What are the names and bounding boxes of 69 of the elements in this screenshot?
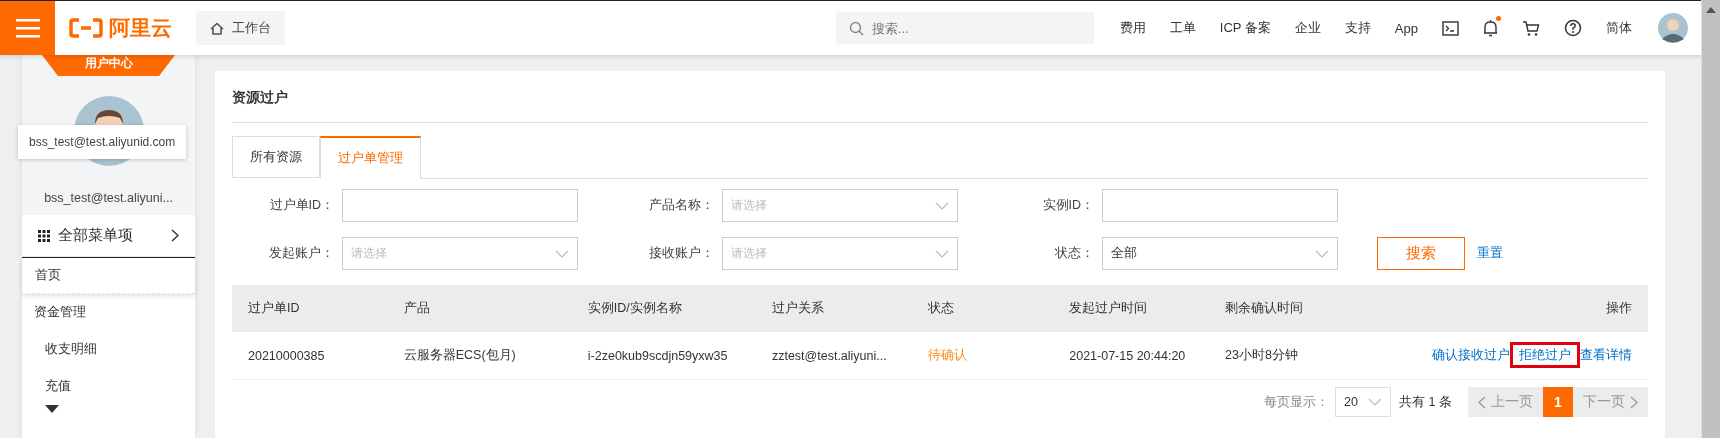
nav-link[interactable]: 费用 xyxy=(1119,19,1146,37)
column-header: 产品 xyxy=(403,301,430,315)
account-name: bss_test@test.aliyuni... xyxy=(44,191,173,205)
tab[interactable]: 所有资源 xyxy=(232,136,320,178)
per-page-select[interactable]: 20 xyxy=(1335,387,1392,417)
action-link[interactable]: 确认接收过户 xyxy=(1432,345,1510,365)
menu-icon xyxy=(15,18,40,38)
chevron-down-icon xyxy=(1368,398,1383,406)
nav-link[interactable]: App xyxy=(1394,20,1418,36)
table-cell: 2021-07-15 20:44:20 xyxy=(1069,348,1186,363)
action-link[interactable]: 拒绝过户 xyxy=(1513,345,1577,365)
sidebar-item[interactable]: 资金管理 xyxy=(22,294,195,331)
language-link[interactable]: 简体 xyxy=(1606,19,1632,37)
chevron-down-icon xyxy=(935,201,949,210)
column-header: 实例ID/实例名称 xyxy=(587,301,682,315)
per-page-label: 每页显示： xyxy=(1264,393,1330,411)
nav-link[interactable]: ICP 备案 xyxy=(1219,19,1271,37)
select-field[interactable]: 全部 xyxy=(1102,237,1338,270)
search-field[interactable]: 搜索... xyxy=(835,12,1094,44)
search-icon xyxy=(848,21,864,36)
help-icon[interactable] xyxy=(1564,19,1582,37)
page-title: 资源过户 xyxy=(232,71,1648,123)
caret-down-icon[interactable] xyxy=(45,405,59,413)
chevron-down-icon xyxy=(1315,249,1329,258)
filter-label: 过户单ID： xyxy=(268,197,335,214)
chevron-right-icon xyxy=(171,229,179,242)
sidebar-item[interactable]: 充值 xyxy=(22,368,195,405)
table-cell: 23小时8分钟 xyxy=(1225,348,1298,362)
column-header: 状态 xyxy=(927,301,954,315)
user-center-banner: 用户中心 xyxy=(42,55,175,76)
nav-link[interactable]: 支持 xyxy=(1344,19,1371,37)
bell-icon[interactable] xyxy=(1483,19,1498,37)
avatar-icon[interactable] xyxy=(1658,13,1688,43)
input-field[interactable] xyxy=(342,189,578,222)
total-count: 共有 1 条 xyxy=(1399,393,1452,411)
email-tooltip: bss_test@test.aliyunid.com xyxy=(18,125,187,159)
menu-button[interactable] xyxy=(0,1,55,55)
column-header: 过户关系 xyxy=(771,301,824,315)
nav-link[interactable]: 企业 xyxy=(1294,19,1321,37)
bracket-logo-icon xyxy=(69,18,103,38)
table-cell: zztest@test.aliyuni... xyxy=(771,348,887,363)
chevron-down-icon xyxy=(935,249,949,258)
column-header: 操作 xyxy=(1606,301,1632,315)
workbench-button[interactable]: 工作台 xyxy=(196,11,285,45)
filter-label: 状态： xyxy=(1054,245,1095,262)
filter-label: 产品名称： xyxy=(648,197,715,214)
terminal-icon[interactable] xyxy=(1442,20,1459,36)
reset-link[interactable]: 重置 xyxy=(1477,245,1503,262)
filter-label: 发起账户： xyxy=(268,245,335,262)
input-field[interactable] xyxy=(1102,189,1338,222)
filter-label: 实例ID： xyxy=(1041,197,1095,214)
chevron-left-icon xyxy=(1478,395,1486,409)
table-cell: 云服务器ECS(包月) xyxy=(403,348,516,362)
sidebar-item[interactable]: 收支明细 xyxy=(22,331,195,368)
grid-icon xyxy=(38,229,50,242)
table-cell: 20210000385 xyxy=(248,348,325,363)
scrollbar[interactable] xyxy=(1701,0,1720,438)
status-text: 待确认 xyxy=(927,348,967,362)
table-cell: i-2ze0kub9scdjn59yxw35 xyxy=(587,348,728,363)
filter-label: 接收账户： xyxy=(648,245,715,262)
nav-link[interactable]: 工单 xyxy=(1169,19,1196,37)
column-header: 发起过户时间 xyxy=(1069,301,1148,315)
action-link[interactable]: 查看详情 xyxy=(1580,345,1632,365)
chevron-right-icon xyxy=(1630,395,1638,409)
chevron-down-icon xyxy=(555,249,569,258)
column-header: 剩余确认时间 xyxy=(1225,301,1303,315)
home-icon xyxy=(210,21,224,35)
column-header: 过户单ID xyxy=(248,301,300,315)
cart-icon[interactable] xyxy=(1522,19,1540,37)
